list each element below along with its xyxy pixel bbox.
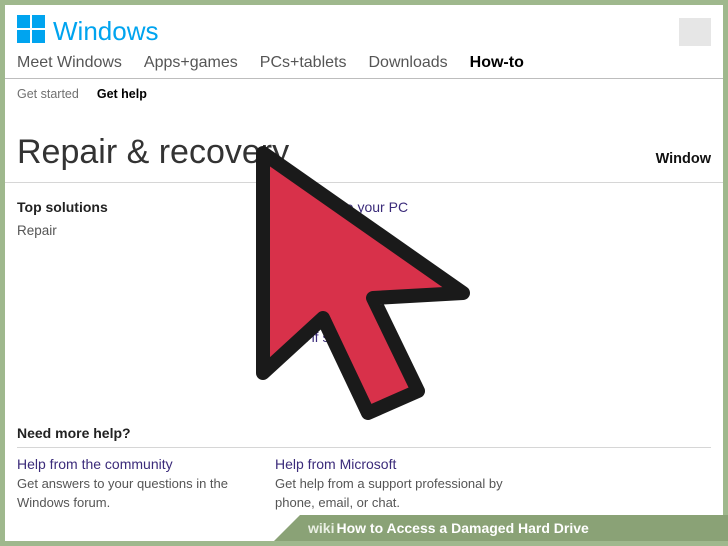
solution-link[interactable]: Set up a driv — [275, 277, 711, 293]
page-title: Repair & recovery — [17, 133, 289, 172]
solution-link[interactable]: Create a U — [275, 251, 711, 267]
wikihow-title: How to Access a Damaged Hard Drive — [336, 520, 588, 536]
help-desc: Get help from a support professional by … — [275, 475, 515, 513]
nav-pcs-tablets[interactable]: PCs+tablets — [260, 54, 347, 72]
brand-row: Windows — [5, 5, 723, 52]
help-col-microsoft: Help from Microsoft Get help from a supp… — [275, 456, 515, 513]
content-columns: Top solutions Repair How to store your P… — [5, 189, 723, 355]
help-desc: Get answers to your questions in the Win… — [17, 475, 257, 513]
help-col-community: Help from the community Get answers to y… — [17, 456, 275, 513]
search-button[interactable] — [679, 18, 711, 46]
nav-how-to[interactable]: How-to — [470, 54, 524, 72]
solution-link[interactable]: How to store your PC — [275, 199, 711, 215]
help-link-microsoft[interactable]: Help from Microsoft — [275, 456, 515, 472]
sidebar-category-repair[interactable]: Repair — [17, 223, 275, 238]
subnav-get-started[interactable]: Get started — [17, 87, 79, 101]
main-nav: Meet Windows Apps+games PCs+tablets Down… — [5, 52, 723, 79]
help-link-community[interactable]: Help from the community — [17, 456, 275, 472]
nav-downloads[interactable]: Downloads — [368, 54, 447, 72]
title-row: Repair & recovery Window — [5, 111, 723, 183]
solution-link[interactable]: What if somethin — [275, 329, 711, 345]
solution-link[interactable]: Resolving — [275, 225, 711, 241]
solution-links: How to store your PC Resolving Create a … — [275, 199, 711, 355]
sidebar: Top solutions Repair — [17, 199, 275, 355]
page: Windows Meet Windows Apps+games PCs+tabl… — [5, 5, 723, 541]
more-help-section: Need more help? Help from the community … — [5, 425, 723, 513]
wikihow-bar: wiki How to Access a Damaged Hard Drive — [300, 515, 728, 541]
help-columns: Help from the community Get answers to y… — [17, 456, 711, 513]
platform-label: Window — [656, 151, 711, 167]
windows-logo-icon — [17, 15, 45, 48]
nav-apps-games[interactable]: Apps+games — [144, 54, 238, 72]
nav-meet-windows[interactable]: Meet Windows — [17, 54, 122, 72]
brand-name: Windows — [53, 16, 158, 47]
wikihow-prefix: wiki — [308, 520, 334, 536]
sidebar-heading: Top solutions — [17, 199, 275, 215]
solution-link[interactable]: Restore files or — [275, 303, 711, 319]
more-help-heading: Need more help? — [17, 425, 711, 448]
sub-nav: Get started Get help — [5, 79, 723, 111]
subnav-get-help[interactable]: Get help — [97, 87, 147, 101]
